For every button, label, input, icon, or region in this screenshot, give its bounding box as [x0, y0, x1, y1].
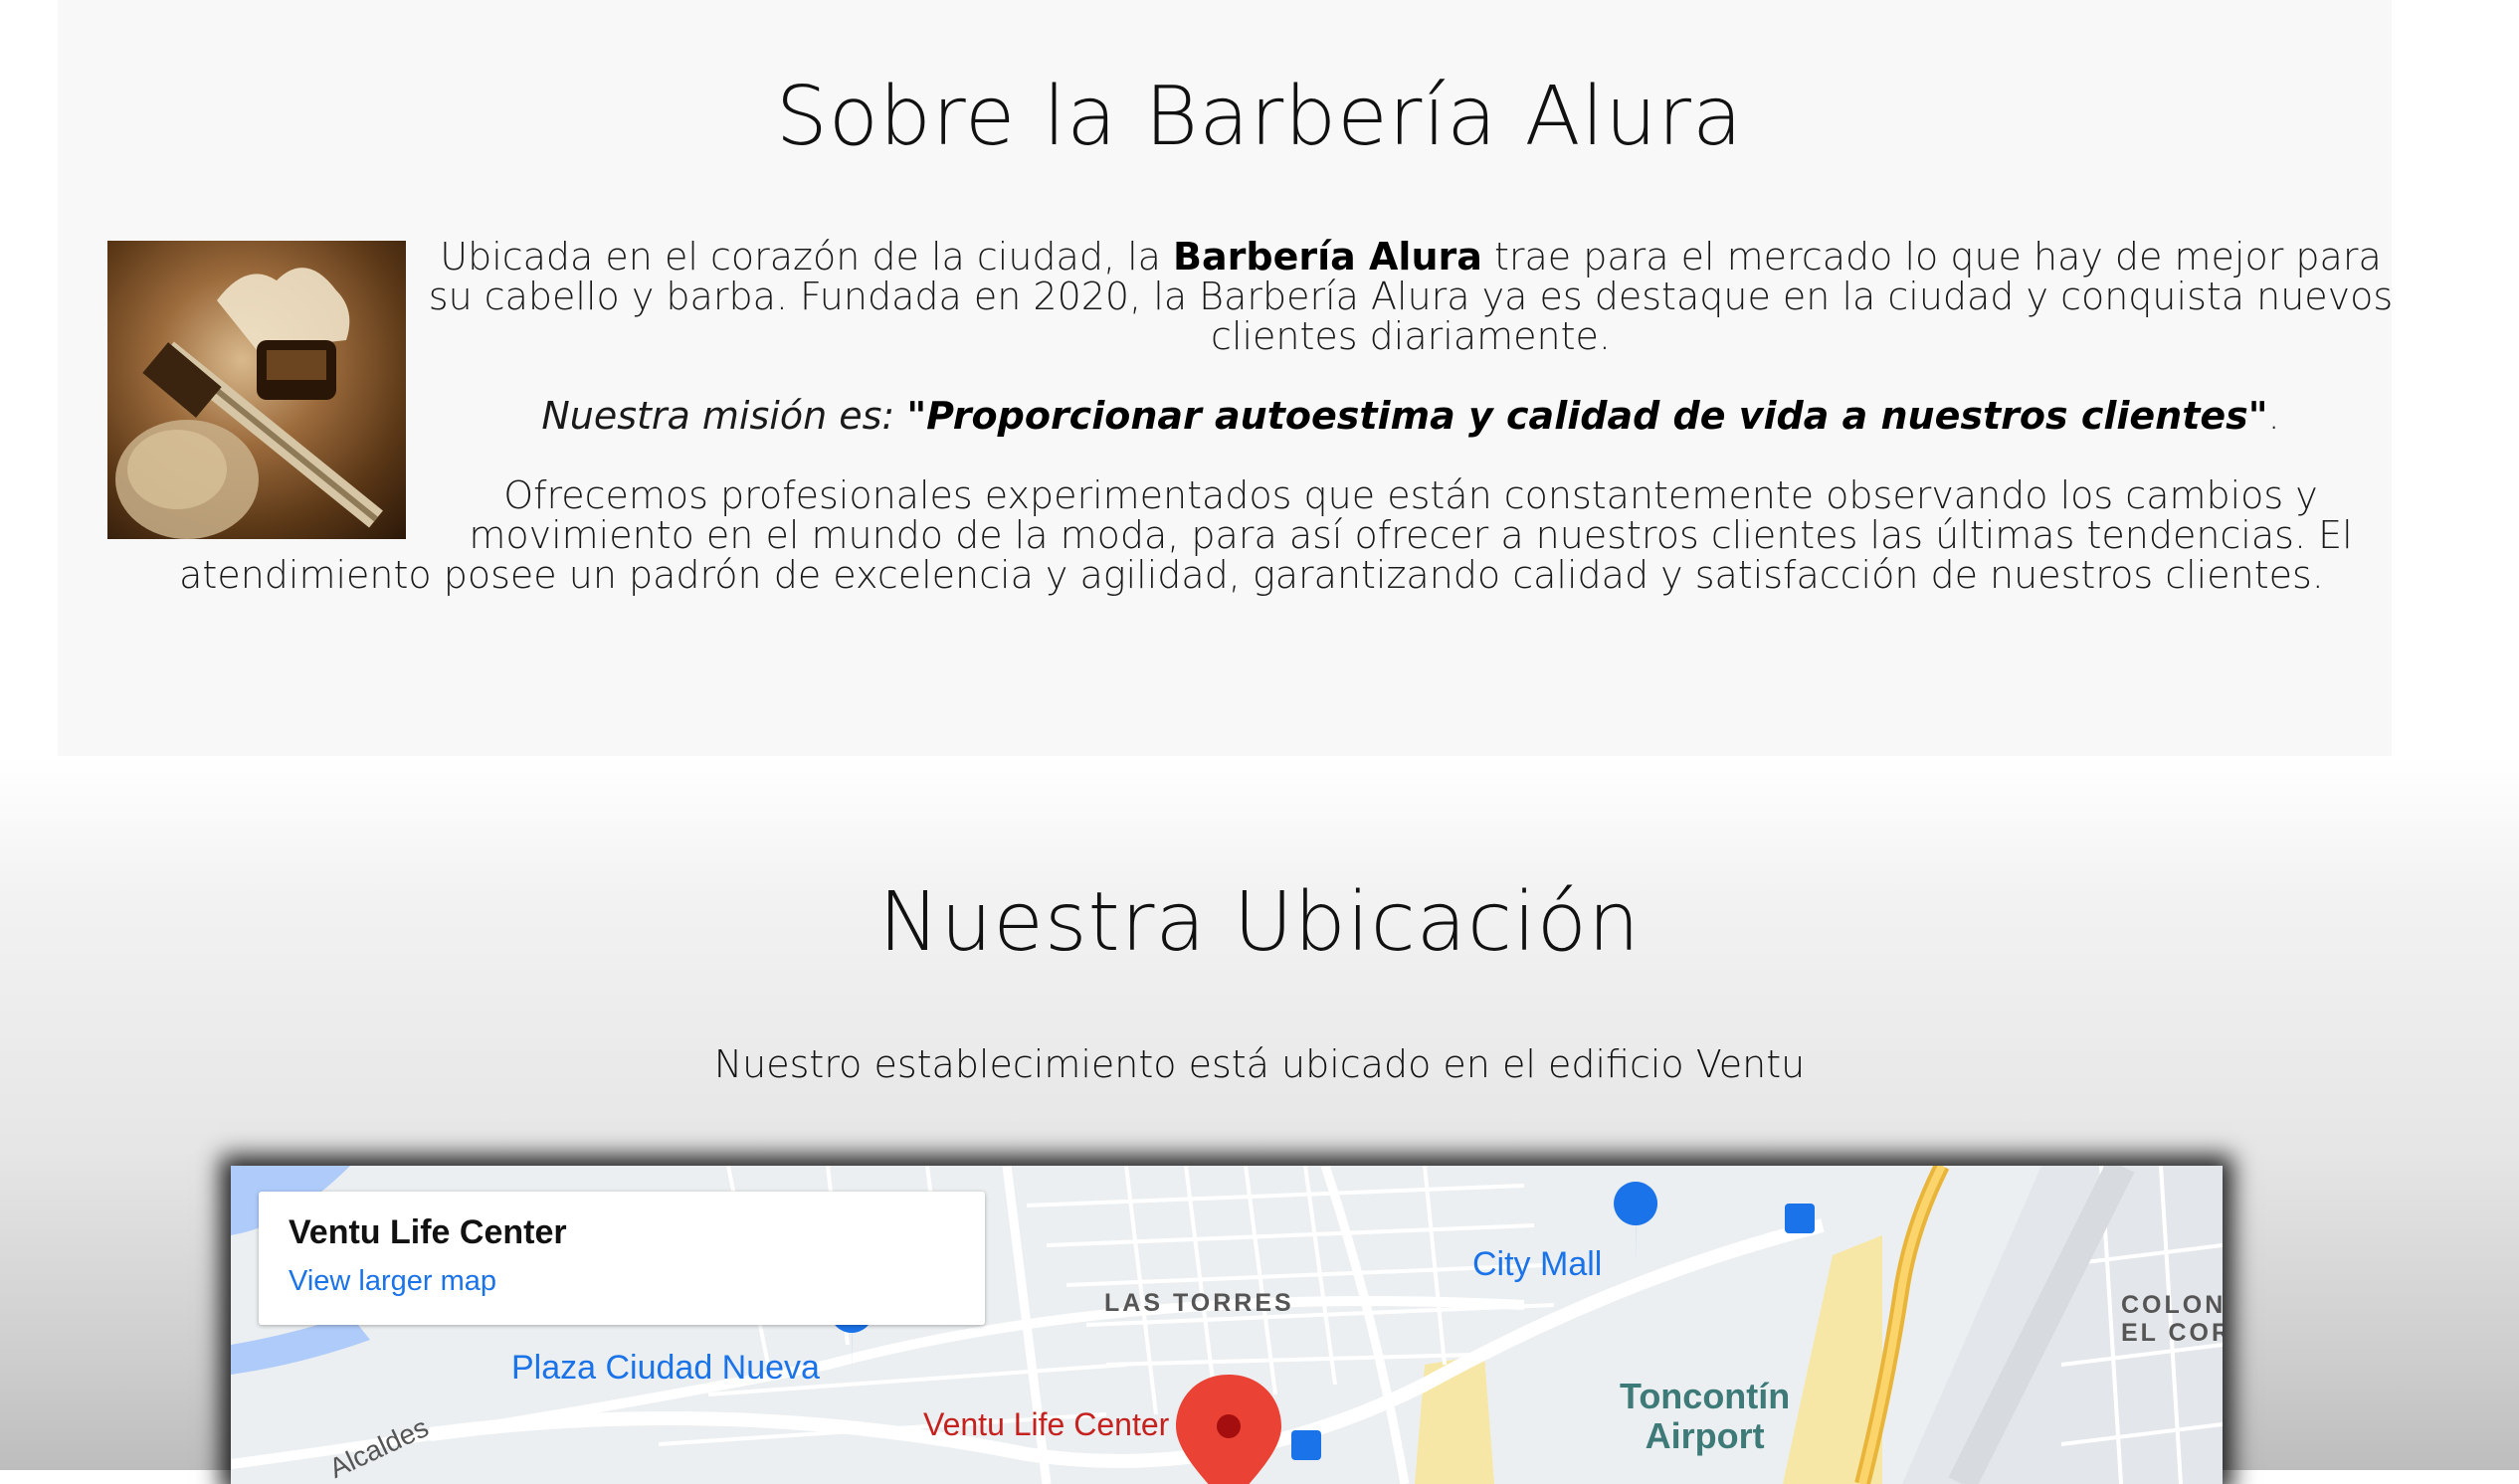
p1-text: Ubicada en el corazón de la ciudad, la	[440, 235, 1174, 278]
mission-label: Nuestra misión es:	[541, 394, 907, 438]
location-title: Nuestra Ubicación	[878, 875, 1641, 970]
map-place-name: Ventu Life Center	[289, 1213, 567, 1251]
brand-name: Barbería Alura	[1173, 235, 1482, 278]
map-label-airport[interactable]: Toncontín Airport	[1620, 1377, 1790, 1456]
location-description: Nuestro establecimiento está ubicado en …	[713, 1042, 1806, 1086]
map-label-las-torres: LAS TORRES	[1104, 1289, 1294, 1317]
map-place-card: Ventu Life Center View larger map	[259, 1192, 985, 1325]
map-label-colon: COLON EL CORT	[2121, 1291, 2223, 1347]
airport-line-1: Toncontín	[1620, 1376, 1791, 1416]
colon-line-2: EL CORT	[2121, 1319, 2223, 1347]
airport-line-2: Airport	[1645, 1415, 1765, 1456]
mission-end: .	[2267, 394, 2280, 438]
mission-paragraph: Nuestra misión es: "Proporcionar autoest…	[107, 396, 2396, 436]
mission-text: "Proporcionar autoestima y calidad de vi…	[906, 394, 2268, 438]
about-title: Sobre la Barbería Alura	[775, 70, 1744, 164]
about-paragraph-1: Ubicada en el corazón de la ciudad, la B…	[107, 237, 2396, 356]
about-text: Ubicada en el corazón de la ciudad, la B…	[107, 237, 2396, 635]
image-float-spacer	[107, 237, 426, 535]
map-label-city-mall[interactable]: City Mall	[1472, 1245, 1602, 1284]
map-label-plaza-ciudad-nueva[interactable]: Plaza Ciudad Nueva	[511, 1349, 820, 1388]
embedded-map[interactable]: LAS TORRES City Mall Plaza Ciudad Nueva …	[231, 1166, 2223, 1484]
colon-line-1: COLON	[2121, 1291, 2223, 1319]
map-label-ventu[interactable]: Ventu Life Center	[923, 1406, 1169, 1443]
view-larger-map-link[interactable]: View larger map	[289, 1265, 496, 1298]
about-paragraph-3: Ofrecemos profesionales experimentados q…	[179, 473, 2353, 597]
